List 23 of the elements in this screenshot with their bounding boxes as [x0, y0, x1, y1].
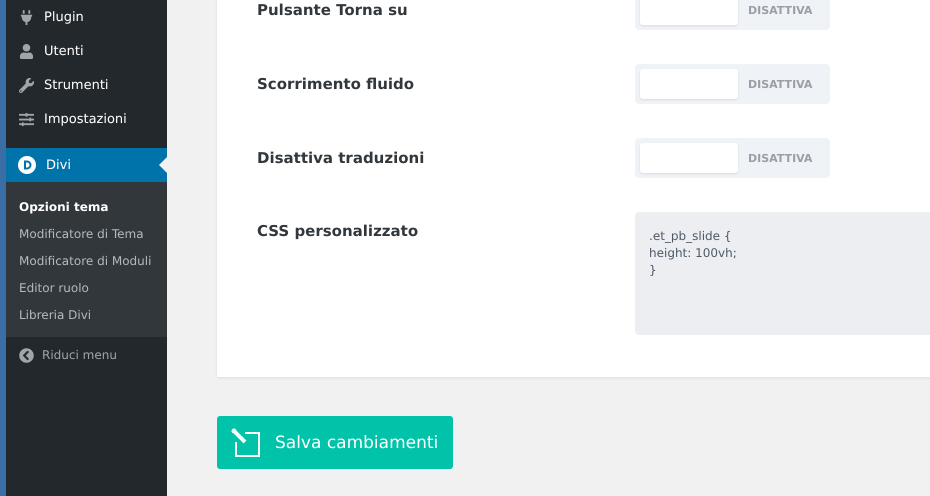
- sliders-icon: [18, 111, 34, 127]
- collapse-icon[interactable]: [18, 347, 34, 363]
- wrench-icon: [18, 77, 34, 93]
- menu-item[interactable]: Plugin: [6, 0, 167, 34]
- setting-label: Pulsante Torna su: [257, 0, 409, 19]
- submenu-item[interactable]: Modificatore di Moduli: [6, 247, 167, 274]
- submenu-item[interactable]: Modificatore di Tema: [6, 220, 167, 247]
- menu-item[interactable]: Utenti: [6, 34, 167, 68]
- menu-item[interactable]: Impostazioni: [6, 102, 167, 136]
- setting-label: CSS personalizzato: [257, 221, 420, 240]
- submenu-item[interactable]: Editor ruolo: [6, 274, 167, 301]
- menu-item[interactable]: Divi: [6, 148, 167, 182]
- collapse-menu-link[interactable]: Riduci menu: [42, 348, 117, 362]
- setting-label: Scorrimento fluido: [257, 74, 416, 93]
- submenu-item[interactable]: Libreria Divi: [6, 301, 167, 328]
- menu-item[interactable]: Strumenti: [6, 68, 167, 102]
- plug-icon: [18, 9, 34, 25]
- submenu-item[interactable]: Opzioni tema: [6, 193, 167, 220]
- edit-icon: [231, 428, 261, 458]
- divi-icon: [18, 156, 36, 174]
- user-icon: [18, 43, 34, 59]
- setting-label: Disattiva traduzioni: [257, 148, 426, 167]
- css-code-field[interactable]: .et_pb_slide { height: 100vh; }: [635, 212, 930, 335]
